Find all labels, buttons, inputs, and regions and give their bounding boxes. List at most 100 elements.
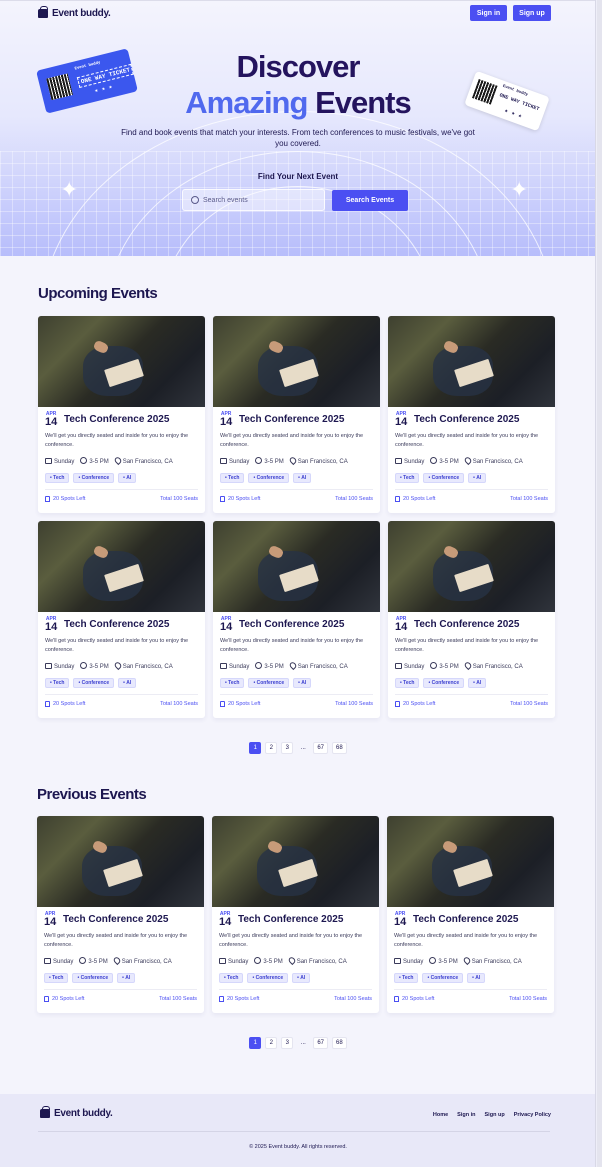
- event-title[interactable]: Tech Conference 2025: [238, 914, 343, 925]
- footer-brand-logo[interactable]: Event buddy.: [40, 1106, 113, 1119]
- event-tag[interactable]: • AI: [118, 678, 137, 688]
- footer-links: Home Sign in Sign up Privacy Policy: [433, 1112, 551, 1118]
- upcoming-section-title: Upcoming Events: [38, 285, 158, 302]
- event-tag[interactable]: • Tech: [45, 473, 70, 483]
- event-tags: • Tech • Conference • AI: [219, 973, 311, 983]
- event-meta: Sunday 3-5 PM San Francisco, CA: [219, 955, 347, 966]
- event-title[interactable]: Tech Conference 2025: [64, 619, 169, 630]
- event-title[interactable]: Tech Conference 2025: [64, 414, 169, 425]
- event-card[interactable]: APR 14 Tech Conference 2025 We'll get you d…: [213, 521, 380, 718]
- location-pin-icon: [463, 660, 473, 671]
- event-image: [388, 521, 555, 612]
- event-title[interactable]: Tech Conference 2025: [239, 414, 344, 425]
- footer-link-home[interactable]: Home: [433, 1112, 448, 1118]
- event-time-wrap: 3-5 PM: [80, 662, 109, 670]
- event-tag[interactable]: • Tech: [220, 473, 245, 483]
- pagination-page-button[interactable]: 2: [265, 742, 278, 754]
- total-seats: Total 100 Seats: [160, 701, 198, 707]
- calendar-icon: [219, 957, 226, 964]
- event-tag[interactable]: • Conference: [423, 473, 465, 483]
- event-tag[interactable]: • AI: [293, 473, 312, 483]
- search-icon: [191, 196, 199, 204]
- event-tag[interactable]: • AI: [293, 678, 312, 688]
- event-card[interactable]: APR 14 Tech Conference 2025 We'll get you d…: [38, 521, 205, 718]
- event-tag[interactable]: • Tech: [45, 678, 70, 688]
- event-card[interactable]: APR 14 Tech Conference 2025 We'll get you d…: [387, 816, 554, 1013]
- event-tag[interactable]: • Tech: [395, 473, 420, 483]
- event-tag[interactable]: • Conference: [73, 678, 115, 688]
- copyright: © 2025 Event buddy. All rights reserved.: [249, 1144, 347, 1150]
- event-tag[interactable]: • Conference: [248, 678, 290, 688]
- event-day-name-wrap: Sunday: [45, 457, 74, 465]
- event-tag-label: AI: [126, 475, 132, 481]
- search-events-button[interactable]: Search Events: [332, 190, 408, 211]
- footer-link-privacy[interactable]: Privacy Policy: [514, 1112, 551, 1118]
- event-tag[interactable]: • AI: [117, 973, 136, 983]
- event-tag[interactable]: • AI: [292, 973, 311, 983]
- footer-link-signin[interactable]: Sign in: [457, 1112, 475, 1118]
- event-tag-label: AI: [476, 680, 482, 686]
- event-card[interactable]: APR 14 Tech Conference 2025 We'll get you d…: [388, 316, 555, 513]
- event-meta: Sunday 3-5 PM San Francisco, CA: [220, 660, 348, 671]
- brand-logo[interactable]: Event buddy.: [38, 6, 111, 19]
- event-tag[interactable]: • Conference: [73, 473, 115, 483]
- event-day-name: Sunday: [229, 458, 250, 465]
- spots-left-text: 20 Spots Left: [228, 701, 261, 707]
- event-card[interactable]: APR 14 Tech Conference 2025 We'll get you d…: [38, 316, 205, 513]
- event-tag[interactable]: • Conference: [423, 678, 465, 688]
- event-card[interactable]: APR 14 Tech Conference 2025 We'll get you d…: [37, 816, 204, 1013]
- event-tag[interactable]: • Conference: [422, 973, 464, 983]
- event-image: [388, 316, 555, 407]
- pagination-page-button[interactable]: 68: [332, 1037, 347, 1049]
- event-location: San Francisco, CA: [472, 459, 523, 465]
- event-tag[interactable]: • AI: [468, 473, 487, 483]
- total-seats: Total 100 Seats: [159, 996, 197, 1002]
- signin-button[interactable]: Sign in: [470, 5, 507, 21]
- event-title[interactable]: Tech Conference 2025: [63, 914, 168, 925]
- event-card[interactable]: APR 14 Tech Conference 2025 We'll get you d…: [388, 521, 555, 718]
- event-card[interactable]: APR 14 Tech Conference 2025 We'll get you d…: [213, 316, 380, 513]
- event-tag[interactable]: • Tech: [220, 678, 245, 688]
- pagination-page-button[interactable]: 1: [249, 742, 262, 754]
- event-description: We'll get you directly seated and inside…: [45, 433, 189, 448]
- event-tag[interactable]: • Tech: [394, 973, 419, 983]
- event-tag[interactable]: • AI: [468, 678, 487, 688]
- event-tag[interactable]: • AI: [118, 473, 137, 483]
- event-location-wrap: San Francisco, CA: [113, 660, 173, 671]
- event-tag[interactable]: • Tech: [219, 973, 244, 983]
- pagination-page-button[interactable]: 67: [313, 742, 328, 754]
- event-tag[interactable]: • AI: [467, 973, 486, 983]
- pagination-page-button[interactable]: 67: [313, 1037, 328, 1049]
- pagination-page-button[interactable]: 2: [265, 1037, 278, 1049]
- total-seats: Total 100 Seats: [160, 496, 198, 502]
- event-tag[interactable]: • Conference: [72, 973, 114, 983]
- event-tag[interactable]: • Tech: [44, 973, 69, 983]
- footer-link-signup[interactable]: Sign up: [485, 1112, 505, 1118]
- event-title[interactable]: Tech Conference 2025: [239, 619, 344, 630]
- event-meta: Sunday 3-5 PM San Francisco, CA: [395, 660, 523, 671]
- event-day-name-wrap: Sunday: [220, 662, 249, 670]
- hero-title-rest: Events: [315, 85, 412, 120]
- event-day-name: Sunday: [54, 663, 75, 670]
- event-title[interactable]: Tech Conference 2025: [413, 914, 518, 925]
- pagination-page-button[interactable]: 3: [281, 1037, 294, 1049]
- pagination-page-button[interactable]: 1: [249, 1037, 262, 1049]
- event-meta: Sunday 3-5 PM San Francisco, CA: [44, 955, 172, 966]
- spots-left-text: 20 Spots Left: [52, 996, 85, 1002]
- signup-button[interactable]: Sign up: [513, 5, 551, 21]
- event-tag[interactable]: • Conference: [248, 473, 290, 483]
- pagination-page-button[interactable]: 3: [281, 742, 294, 754]
- event-title[interactable]: Tech Conference 2025: [414, 619, 519, 630]
- event-card[interactable]: APR 14 Tech Conference 2025 We'll get you d…: [212, 816, 379, 1013]
- event-tag[interactable]: • Conference: [247, 973, 289, 983]
- event-tag-label: Conference: [81, 680, 110, 686]
- pagination-page-button[interactable]: 68: [332, 742, 347, 754]
- seat-icon: [395, 496, 400, 502]
- scrollbar[interactable]: [597, 0, 602, 1167]
- search-input[interactable]: Search events: [182, 189, 325, 211]
- event-tag[interactable]: • Tech: [395, 678, 420, 688]
- event-title[interactable]: Tech Conference 2025: [414, 414, 519, 425]
- event-image: [212, 816, 379, 907]
- page: ✦ ✦ Event buddy. Sign in Sign up Event b…: [0, 0, 596, 1167]
- event-location: San Francisco, CA: [297, 664, 348, 670]
